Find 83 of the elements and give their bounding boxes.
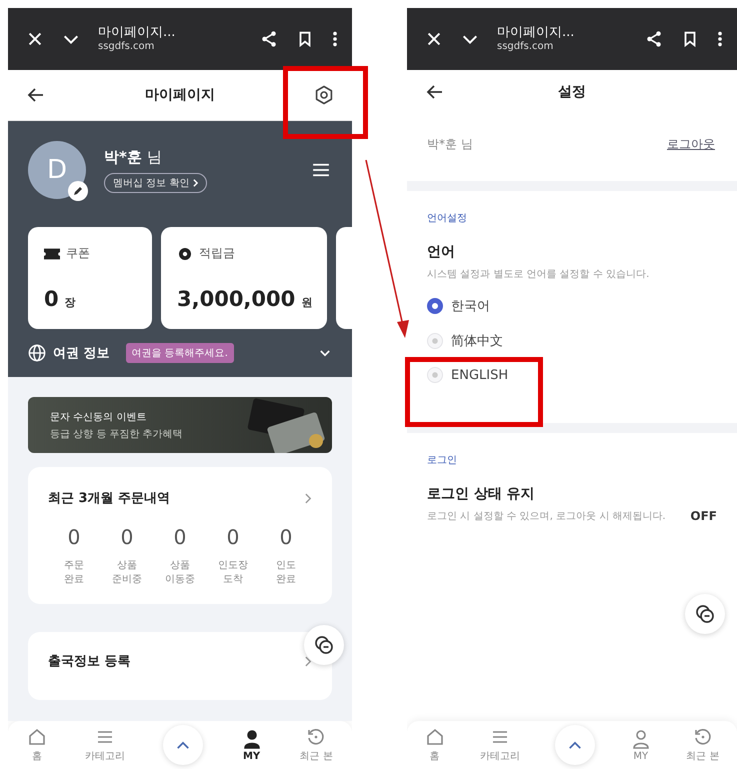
page-title: 마이페이지 bbox=[144, 86, 216, 104]
banner-title: 문자 수신동의 이벤트 bbox=[50, 410, 148, 424]
nav-tab[interactable]: 최근 본 bbox=[300, 727, 333, 763]
chevron-up-icon bbox=[176, 740, 190, 750]
chevron-up-icon bbox=[568, 740, 582, 750]
card-unit: 장 bbox=[64, 295, 76, 310]
departure-card[interactable]: 출국정보 등록 bbox=[28, 632, 332, 700]
setting-title: 로그인 상태 유지 bbox=[427, 485, 536, 503]
person-icon bbox=[242, 728, 262, 748]
tab-title: 마이페이지... bbox=[497, 25, 576, 41]
order-count[interactable]: 0 bbox=[280, 525, 292, 549]
nav-tab[interactable]: MY bbox=[242, 728, 262, 762]
setting-description: 시스템 설정과 별도로 언어를 설정할 수 있습니다. bbox=[427, 268, 650, 281]
globe-icon bbox=[28, 344, 46, 362]
setting-description: 로그인 시 설정할 수 있으며, 로그아웃 시 해제됩니다. bbox=[427, 510, 667, 523]
tab-title: 마이페이지... bbox=[98, 25, 176, 41]
chevron-down-icon[interactable] bbox=[320, 350, 330, 356]
history-icon bbox=[692, 727, 713, 747]
card-value: 3,000,000 bbox=[177, 287, 296, 311]
chevron-right-icon[interactable] bbox=[305, 492, 312, 504]
chevron-right-icon[interactable] bbox=[305, 656, 312, 666]
history-icon bbox=[306, 727, 326, 747]
setting-title: 언어 bbox=[427, 243, 456, 261]
share-icon[interactable] bbox=[645, 30, 663, 48]
card-value: 0 bbox=[44, 287, 59, 311]
close-icon[interactable] bbox=[26, 30, 44, 48]
order-count[interactable]: 0 bbox=[226, 525, 240, 549]
more-icon[interactable] bbox=[332, 30, 338, 48]
page-title: 설정 bbox=[557, 83, 587, 101]
nav-tab[interactable]: 카테고리 bbox=[85, 727, 126, 763]
order-count[interactable]: 0 bbox=[174, 525, 186, 549]
passport-badge[interactable]: 여권을 등록해주세요. bbox=[126, 343, 234, 363]
more-icon[interactable] bbox=[717, 30, 723, 48]
card-unit: 원 bbox=[301, 295, 312, 310]
chevron-right-icon bbox=[193, 178, 198, 186]
card-label: 쿠폰 bbox=[66, 245, 90, 262]
ticket-icon bbox=[44, 248, 60, 260]
edit-icon[interactable] bbox=[68, 181, 88, 201]
page-url: ssgdfs.com bbox=[98, 40, 156, 53]
home-icon bbox=[424, 727, 445, 747]
user-name: 박*훈 님 bbox=[104, 148, 162, 166]
chat-button[interactable] bbox=[685, 594, 725, 634]
language-option[interactable]: 한국어 bbox=[427, 297, 490, 315]
user-name: 박*훈 님 bbox=[427, 136, 473, 153]
language-option[interactable]: ENGLISH bbox=[427, 367, 508, 383]
home-icon bbox=[27, 727, 48, 747]
order-status: 상품 준비중 bbox=[112, 559, 142, 586]
banner-subtitle: 등급 상향 등 푸짐한 추가혜택 bbox=[50, 428, 184, 440]
summary-card[interactable]: 적립금 3,000,000 원 bbox=[161, 227, 327, 329]
settings-icon[interactable] bbox=[314, 85, 334, 105]
logout-link[interactable]: 로그아웃 bbox=[667, 136, 715, 153]
card-label: 적립금 bbox=[199, 245, 235, 262]
order-count[interactable]: 0 bbox=[120, 525, 134, 549]
section-title: 출국정보 등록 bbox=[48, 653, 132, 670]
order-status: 상품 이동중 bbox=[165, 559, 195, 586]
chat-icon bbox=[695, 604, 715, 624]
order-status: 인도 완료 bbox=[276, 559, 296, 586]
coin-icon bbox=[177, 248, 193, 260]
toggle-button[interactable]: OFF bbox=[690, 509, 717, 523]
order-count[interactable]: 0 bbox=[68, 525, 80, 549]
summary-card[interactable]: 쿠폰 0 장 bbox=[28, 227, 152, 329]
nav-tab[interactable]: 최근 본 bbox=[686, 727, 720, 763]
page-url: ssgdfs.com bbox=[497, 40, 554, 53]
section-label: 언어설정 bbox=[427, 212, 468, 225]
nav-tab[interactable]: 홈 bbox=[27, 727, 48, 763]
nav-tab[interactable]: 홈 bbox=[424, 727, 445, 763]
passport-label: 여권 정보 bbox=[53, 345, 110, 362]
menu-icon[interactable] bbox=[312, 163, 330, 177]
chat-button[interactable] bbox=[304, 625, 344, 665]
radio-button[interactable] bbox=[427, 298, 443, 314]
chat-icon bbox=[314, 635, 334, 655]
person-icon bbox=[630, 728, 651, 748]
nav-tab[interactable]: 카테고리 bbox=[480, 727, 520, 763]
close-icon[interactable] bbox=[425, 30, 443, 48]
membership-link[interactable]: 멤버십 정보 확인 bbox=[104, 172, 208, 192]
order-status: 주문 완료 bbox=[64, 559, 84, 586]
order-status: 인도장 도착 bbox=[218, 559, 248, 586]
section-title: 최근 3개월 주문내역 bbox=[48, 490, 172, 507]
nav-tab[interactable]: MY bbox=[630, 728, 651, 762]
event-banner[interactable]: 문자 수신동의 이벤트 등급 상향 등 푸짐한 추가혜택 bbox=[28, 397, 332, 453]
section-label: 로그인 bbox=[427, 454, 458, 467]
share-icon[interactable] bbox=[260, 30, 278, 48]
language-option[interactable]: 简体中文 bbox=[427, 332, 503, 350]
